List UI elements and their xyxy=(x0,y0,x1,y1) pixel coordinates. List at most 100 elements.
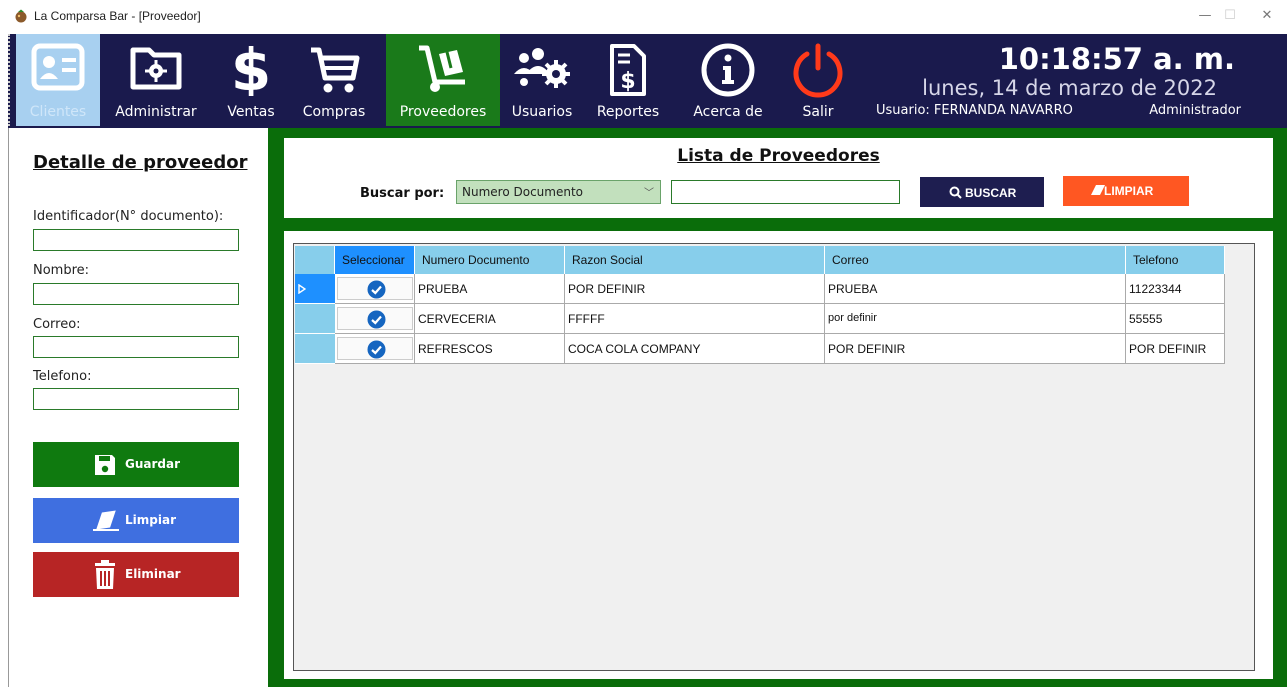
search-button[interactable]: BUSCAR xyxy=(920,177,1044,207)
search-icon xyxy=(949,186,962,199)
column-header-telefono[interactable]: Telefono xyxy=(1126,246,1225,274)
menu-reportes[interactable]: $ Reportes xyxy=(586,34,670,126)
svg-text:$: $ xyxy=(620,69,635,94)
close-button[interactable]: ✕ xyxy=(1252,6,1282,26)
phone-input[interactable] xyxy=(33,388,239,410)
save-button[interactable]: Guardar xyxy=(33,442,239,487)
title-bar: La Comparsa Bar - [Proveedor] — ☐ ✕ xyxy=(0,0,1287,34)
clear-form-label: Limpiar xyxy=(125,513,176,527)
maximize-button[interactable]: ☐ xyxy=(1215,6,1245,26)
menu-usuarios[interactable]: Usuarios xyxy=(502,34,582,126)
grid-panel: Seleccionar Numero Documento Razon Socia… xyxy=(284,231,1273,679)
cell-text: PRUEBA xyxy=(828,282,878,296)
users-gear-icon xyxy=(514,48,570,88)
menu-grip xyxy=(8,34,11,126)
menu-ventas[interactable]: $ Ventas xyxy=(218,34,284,126)
search-panel: Lista de Proveedores Buscar por: Numero … xyxy=(284,138,1273,218)
table-cell[interactable]: PRUEBA xyxy=(415,274,565,304)
column-header-razon-social[interactable]: Razon Social xyxy=(565,246,825,274)
cart-icon xyxy=(311,47,360,93)
column-header-correo[interactable]: Correo xyxy=(825,246,1126,274)
select-row-button[interactable] xyxy=(337,277,413,300)
report-dollar-icon: $ xyxy=(610,44,646,96)
menu-administrar-label: Administrar xyxy=(115,104,197,120)
clear-search-label: LIMPIAR xyxy=(1104,184,1154,198)
select-cell xyxy=(335,274,415,304)
menu-usuarios-label: Usuarios xyxy=(511,104,573,120)
column-header-label: Seleccionar xyxy=(342,253,405,267)
supplier-detail-panel: Detalle de proveedor Identificador(N° do… xyxy=(8,128,268,687)
row-header[interactable] xyxy=(295,304,335,334)
cell-text: REFRESCOS xyxy=(418,342,493,356)
document-id-label: Identificador(N° documento): xyxy=(33,209,224,224)
column-header-label: Numero Documento xyxy=(422,253,530,267)
chevron-down-icon: ﹀ xyxy=(644,188,654,199)
clear-form-button[interactable]: Limpiar xyxy=(33,498,239,543)
cell-text: POR DEFINIR xyxy=(828,342,906,356)
cell-text: PRUEBA xyxy=(418,282,468,296)
email-label: Correo: xyxy=(33,317,81,332)
user-role: Administrador xyxy=(1149,103,1241,118)
table-cell[interactable]: POR DEFINIR xyxy=(825,334,1126,364)
info-icon xyxy=(701,43,755,97)
floppy-disk-icon xyxy=(95,455,115,475)
current-row-indicator-icon xyxy=(298,284,306,294)
table-cell[interactable]: REFRESCOS xyxy=(415,334,565,364)
search-button-label: BUSCAR xyxy=(965,186,1017,200)
table-cell[interactable]: FFFFF xyxy=(565,304,825,334)
search-by-select[interactable]: Numero Documento ﹀ xyxy=(456,180,661,204)
search-input[interactable] xyxy=(671,180,900,204)
email-input[interactable] xyxy=(33,336,239,358)
menu-compras-label: Compras xyxy=(302,104,366,120)
menu-salir-label: Salir xyxy=(802,104,834,120)
phone-label: Telefono: xyxy=(33,369,92,384)
svg-text:$: $ xyxy=(231,42,271,96)
table-cell[interactable]: POR DEFINIR xyxy=(565,274,825,304)
cell-text: FFFFF xyxy=(568,312,605,326)
power-icon xyxy=(793,43,843,98)
column-header-label: Correo xyxy=(832,253,869,267)
cell-text: por definir xyxy=(828,312,877,324)
document-id-input[interactable] xyxy=(33,229,239,251)
select-row-button[interactable] xyxy=(337,337,413,360)
table-cell[interactable]: COCA COLA COMPANY xyxy=(565,334,825,364)
table-cell[interactable]: 55555 xyxy=(1126,304,1225,334)
table-cell[interactable]: PRUEBA xyxy=(825,274,1126,304)
delete-button[interactable]: Eliminar xyxy=(33,552,239,597)
menu-acerca-de[interactable]: Acerca de xyxy=(684,34,772,126)
supplier-list-area: Lista de Proveedores Buscar por: Numero … xyxy=(268,128,1287,687)
cell-text: 11223344 xyxy=(1129,282,1182,296)
row-header-corner xyxy=(295,246,335,274)
table-cell[interactable]: POR DEFINIR xyxy=(1126,334,1225,364)
clear-search-button[interactable]: LIMPIAR xyxy=(1063,176,1189,206)
cell-text: COCA COLA COMPANY xyxy=(568,342,701,356)
column-header-numero-documento[interactable]: Numero Documento xyxy=(415,246,565,274)
row-header[interactable] xyxy=(295,274,335,304)
menu-proveedores[interactable]: Proveedores xyxy=(386,34,500,126)
folder-gear-icon xyxy=(130,47,182,90)
table-cell[interactable]: por definir xyxy=(825,304,1126,334)
save-button-label: Guardar xyxy=(125,457,181,471)
clock: 10:18:57 a. m. xyxy=(998,42,1235,76)
search-by-selected: Numero Documento xyxy=(462,185,583,199)
row-header[interactable] xyxy=(295,334,335,364)
table-cell[interactable]: CERVECERIA xyxy=(415,304,565,334)
dollar-icon: $ xyxy=(231,42,271,96)
cell-text: CERVECERIA xyxy=(418,312,496,326)
menu-clientes[interactable]: Clientes xyxy=(16,34,100,126)
menu-compras[interactable]: Compras xyxy=(294,34,374,126)
table-cell[interactable]: 11223344 xyxy=(1126,274,1225,304)
menu-administrar[interactable]: Administrar xyxy=(108,34,204,126)
select-cell xyxy=(335,304,415,334)
menu-salir[interactable]: Salir xyxy=(788,34,848,126)
menu-reportes-label: Reportes xyxy=(596,104,660,120)
hand-truck-icon xyxy=(419,45,465,92)
name-input[interactable] xyxy=(33,283,239,305)
current-user: Usuario: FERNANDA NAVARRO xyxy=(876,103,1073,118)
select-row-button[interactable] xyxy=(337,307,413,330)
column-header-seleccionar[interactable]: Seleccionar xyxy=(335,246,415,274)
menu-acerca-de-label: Acerca de xyxy=(693,104,763,120)
date: lunes, 14 de marzo de 2022 xyxy=(922,76,1217,100)
checkmark-circle-icon xyxy=(367,280,386,299)
list-title: Lista de Proveedores xyxy=(677,146,880,166)
